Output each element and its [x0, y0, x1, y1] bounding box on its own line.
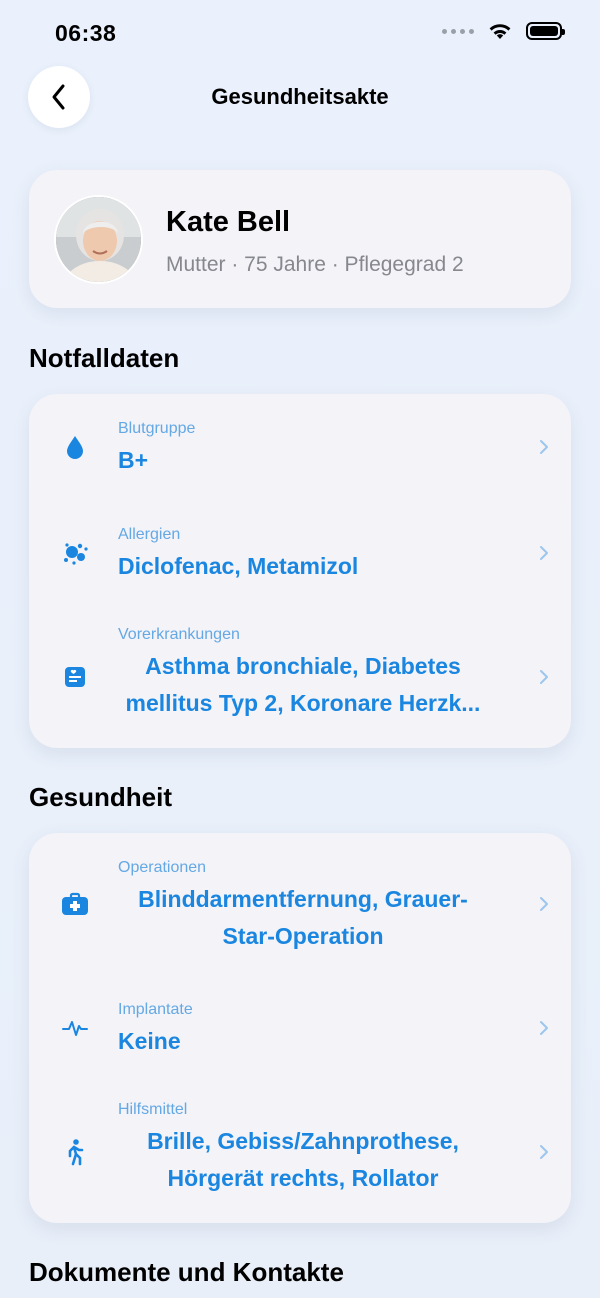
row-value: Brille, Gebiss/Zahnprothese, Hörgerät re…	[147, 1128, 459, 1191]
row-label: Blutgruppe	[118, 420, 196, 437]
chevron-right-icon	[540, 546, 548, 560]
section-heading-documents: Dokumente und Kontakte	[29, 1257, 344, 1287]
battery-icon	[526, 22, 565, 40]
allergens-icon	[60, 538, 90, 568]
medical-kit-icon	[60, 889, 90, 919]
profile-card[interactable]: Kate Bell Mutter · 75 Jahre · Pflegegrad…	[29, 170, 571, 308]
section-heading-emergency: Notfalldaten	[29, 343, 180, 373]
health-record-screen: 06:38 Gesundheitsakte Kate Bell Mutter ·…	[0, 0, 600, 1298]
drop-icon	[60, 432, 90, 462]
row-value: Asthma bronchiale, Diabetes mellitus Typ…	[125, 653, 481, 716]
emergency-card: Blutgruppe B+ Allergien Diclofenac, Meta…	[29, 394, 571, 748]
row-operations[interactable]: Operationen Blinddarmentfernung, Grauer-…	[29, 833, 571, 975]
chevron-right-icon	[540, 897, 548, 911]
row-label: Implantate	[118, 1001, 193, 1018]
row-aids[interactable]: Hilfsmittel Brille, Gebiss/Zahnprothese,…	[29, 1081, 571, 1223]
profile-name: Kate Bell	[166, 206, 291, 238]
row-value: Keine	[118, 1028, 181, 1054]
chevron-right-icon	[540, 440, 548, 454]
wifi-icon	[489, 24, 511, 39]
row-value: B+	[118, 447, 149, 473]
row-blood-type[interactable]: Blutgruppe B+	[29, 394, 571, 500]
row-label: Hilfsmittel	[118, 1101, 188, 1118]
walking-person-icon	[60, 1137, 90, 1167]
row-label: Operationen	[118, 859, 207, 876]
chevron-right-icon	[540, 1021, 548, 1035]
avatar	[54, 195, 143, 284]
row-allergies[interactable]: Allergien Diclofenac, Metamizol	[29, 500, 571, 606]
health-card: Operationen Blinddarmentfernung, Grauer-…	[29, 833, 571, 1223]
status-bar: 06:38	[0, 0, 600, 66]
row-label: Allergien	[118, 526, 181, 543]
row-label: Vorerkrankungen	[118, 626, 240, 643]
profile-subtitle: Mutter · 75 Jahre · Pflegegrad 2	[166, 253, 464, 276]
row-implants[interactable]: Implantate Keine	[29, 975, 571, 1081]
heartbeat-icon	[60, 1013, 90, 1043]
chevron-right-icon	[540, 670, 548, 684]
status-time: 06:38	[55, 20, 117, 46]
medical-record-icon	[60, 662, 90, 692]
row-preexisting-conditions[interactable]: Vorerkrankungen Asthma bronchiale, Diabe…	[29, 606, 571, 748]
status-icons	[442, 22, 565, 40]
page-title: Gesundheitsakte	[211, 84, 389, 109]
row-value: Diclofenac, Metamizol	[118, 553, 359, 579]
navigation-bar: Gesundheitsakte	[0, 66, 600, 130]
section-heading-health: Gesundheit	[29, 782, 173, 812]
signal-icon	[442, 28, 474, 34]
row-value: Blinddarmentfernung, Grauer-Star-Operati…	[138, 886, 468, 949]
chevron-right-icon	[540, 1145, 548, 1159]
